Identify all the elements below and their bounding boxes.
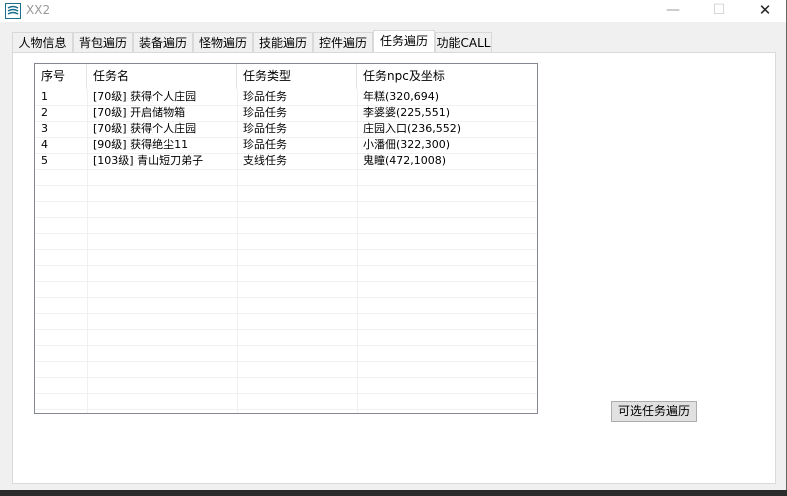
maximize-button[interactable]: ☐: [696, 0, 742, 22]
grid-line: [35, 169, 537, 170]
tab-bag-traverse[interactable]: 背包遍历: [73, 32, 133, 52]
window-title: XX2: [26, 3, 51, 17]
cell-task-name: [103级] 青山短刀弟子: [93, 154, 204, 167]
cell-task-type: 支线任务: [243, 154, 287, 167]
cell-task-npc: 李婆婆(225,551): [363, 106, 451, 119]
grid-line: [35, 201, 537, 202]
column-header-task-name[interactable]: 任务名: [87, 64, 237, 89]
cell-index: 2: [41, 106, 48, 119]
tab-skill-traverse[interactable]: 技能遍历: [253, 32, 313, 52]
title-bar: XX2 — ☐ ✕: [0, 0, 786, 22]
task-list[interactable]: 序号 任务名 任务类型 任务npc及坐标 1 [70级] 获得个人庄园 珍品任务: [34, 63, 538, 414]
close-button[interactable]: ✕: [742, 0, 787, 22]
grid-line: [35, 217, 537, 218]
grid-line: [35, 249, 537, 250]
table-row[interactable]: 4 [90级] 获得绝尘11 珍品任务 小潘佃(322,300): [35, 137, 537, 153]
main-window: XX2 — ☐ ✕ 人物信息 背包遍历 装备遍历 怪物遍历 技能遍历 控件遍历 …: [0, 0, 787, 490]
grid-line: [35, 377, 537, 378]
table-row[interactable]: 1 [70级] 获得个人庄园 珍品任务 年糕(320,694): [35, 89, 537, 105]
cell-index: 3: [41, 122, 48, 135]
cell-task-type: 珍品任务: [243, 122, 287, 135]
tab-task-traverse[interactable]: 任务遍历: [373, 30, 435, 52]
grid-line: [35, 329, 537, 330]
tab-control-traverse[interactable]: 控件遍历: [313, 32, 373, 52]
grid-line: [35, 281, 537, 282]
cell-task-npc: 小潘佃(322,300): [363, 138, 451, 151]
cell-index: 1: [41, 90, 48, 103]
grid-line: [35, 265, 537, 266]
tab-character-info[interactable]: 人物信息: [12, 32, 73, 52]
cell-task-npc: 鬼瞳(472,1008): [363, 154, 447, 167]
tab-monster-traverse[interactable]: 怪物遍历: [193, 32, 253, 52]
cell-task-name: [70级] 获得个人庄园: [93, 122, 197, 135]
desktop-background: [0, 490, 787, 496]
column-header-task-type[interactable]: 任务类型: [237, 64, 357, 89]
grid-line: [35, 393, 537, 394]
cell-task-npc: 年糕(320,694): [363, 90, 440, 103]
grid-line: [35, 409, 537, 410]
cell-task-name: [90级] 获得绝尘11: [93, 138, 189, 151]
cell-task-npc: 庄园入口(236,552): [363, 122, 462, 135]
tab-equipment-traverse[interactable]: 装备遍历: [133, 32, 193, 52]
grid-line: [35, 185, 537, 186]
traverse-optional-tasks-button[interactable]: 可选任务遍历: [611, 401, 697, 422]
table-row[interactable]: 5 [103级] 青山短刀弟子 支线任务 鬼瞳(472,1008): [35, 153, 537, 169]
app-logo-icon: [5, 3, 21, 19]
minimize-button[interactable]: —: [650, 0, 696, 22]
table-row[interactable]: 2 [70级] 开启储物箱 珍品任务 李婆婆(225,551): [35, 105, 537, 121]
cell-task-type: 珍品任务: [243, 106, 287, 119]
table-row[interactable]: 3 [70级] 获得个人庄园 珍品任务 庄园入口(236,552): [35, 121, 537, 137]
grid-line: [35, 313, 537, 314]
cell-index: 4: [41, 138, 48, 151]
cell-index: 5: [41, 154, 48, 167]
grid-line: [35, 361, 537, 362]
cell-task-type: 珍品任务: [243, 90, 287, 103]
grid-line: [35, 345, 537, 346]
column-header-index[interactable]: 序号: [35, 64, 87, 89]
cell-task-name: [70级] 获得个人庄园: [93, 90, 197, 103]
tab-function-call[interactable]: 功能CALL: [435, 32, 492, 52]
grid-line: [35, 297, 537, 298]
cell-task-type: 珍品任务: [243, 138, 287, 151]
column-header-task-npc[interactable]: 任务npc及坐标: [357, 64, 537, 89]
cell-task-name: [70级] 开启储物箱: [93, 106, 186, 119]
grid-line: [35, 233, 537, 234]
